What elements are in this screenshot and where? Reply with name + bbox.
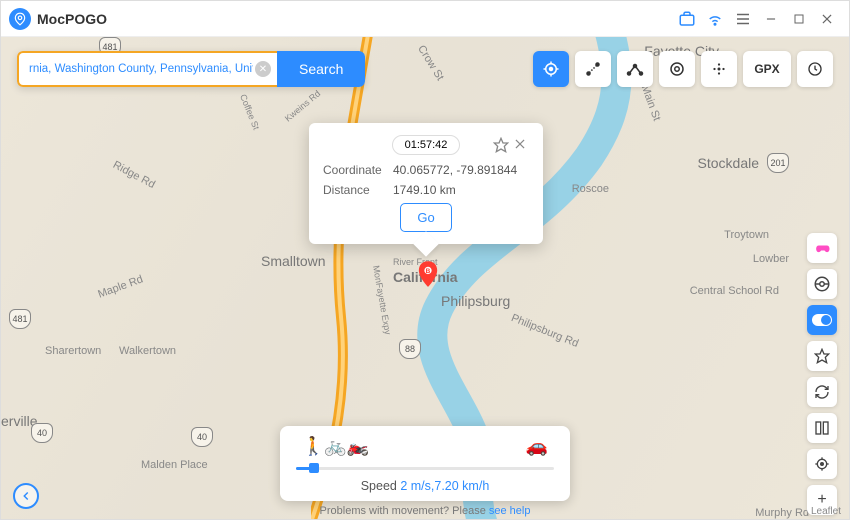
titlebar: MocPOGO [1, 1, 849, 37]
wifi-icon[interactable] [701, 5, 729, 33]
maximize-button[interactable] [785, 5, 813, 33]
favorite-icon[interactable] [493, 137, 509, 153]
map-label: Smalltown [261, 253, 326, 269]
map-label: Central School Rd [690, 285, 779, 297]
side-tools: + − [807, 233, 837, 519]
highway-shield: 201 [767, 153, 789, 173]
coord-value: 40.065772, -79.891844 [393, 163, 517, 177]
distance-label: Distance [323, 183, 393, 197]
map-label: Maple Rd [96, 273, 144, 300]
bike-mode-icon[interactable]: 🚲 [324, 436, 346, 457]
highway-shield: 88 [399, 339, 421, 359]
map-label: Crow St [415, 43, 446, 83]
menu-icon[interactable] [729, 5, 757, 33]
speed-slider[interactable] [296, 463, 554, 473]
go-button[interactable]: Go [400, 203, 451, 232]
map-label: Sharertown [45, 345, 101, 357]
toolbox-icon[interactable] [673, 5, 701, 33]
map-label: Philipsburg [441, 293, 510, 309]
map-label: Main St [638, 83, 662, 122]
speed-panel: 🚶 🚲 🏍️ 🚗 Speed 2 m/s,7.20 km/h [280, 426, 570, 501]
gamepad-icon[interactable] [807, 233, 837, 263]
search-button[interactable]: Search [277, 51, 365, 87]
location-info-card: 01:57:42 Coordinate40.065772, -79.891844… [309, 123, 543, 244]
clear-search-icon[interactable]: ✕ [255, 61, 271, 77]
map-label: Kweins Rd [283, 88, 322, 123]
close-button[interactable] [813, 5, 841, 33]
app-window: MocPOGO Fayette City Stockdale Roscoe Tr… [0, 0, 850, 520]
history-button[interactable] [797, 51, 833, 87]
map-label: Philipsburg Rd [509, 312, 580, 350]
teleport-mode-button[interactable] [533, 51, 569, 87]
joystick-mode-button[interactable] [659, 51, 695, 87]
refresh-icon[interactable] [807, 377, 837, 407]
highway-shield: 40 [191, 427, 213, 447]
jump-teleport-button[interactable] [701, 51, 737, 87]
car-mode-icon[interactable]: 🚗 [526, 436, 548, 457]
map-label: Lowber [753, 253, 789, 265]
location-pin-icon: B [417, 261, 439, 283]
app-logo [9, 8, 31, 30]
highway-shield: 481 [9, 309, 31, 329]
close-card-icon[interactable] [513, 137, 529, 153]
back-button[interactable] [13, 483, 39, 509]
map-label: Roscoe [572, 183, 609, 195]
map-style-icon[interactable] [807, 413, 837, 443]
map-label: Ridge Rd [111, 159, 157, 191]
see-help-link[interactable]: see help [489, 505, 531, 517]
map-label: Stockdale [698, 155, 759, 171]
map-label: Malden Place [141, 459, 208, 471]
map-label: MonFayette Expy [371, 265, 393, 336]
cooldown-timer: 01:57:42 [392, 135, 461, 155]
toggle-switch[interactable] [807, 305, 837, 335]
locate-me-icon[interactable] [807, 449, 837, 479]
leaflet-attribution: Leaflet [811, 506, 841, 517]
motorbike-mode-icon[interactable]: 🏍️ [347, 436, 369, 457]
search-input[interactable] [17, 51, 277, 87]
map-label: Walkertown [119, 345, 176, 357]
svg-text:B: B [426, 268, 431, 275]
app-title: MocPOGO [37, 11, 107, 27]
search-bar: ✕ Search [17, 51, 365, 87]
highway-shield: 40 [31, 423, 53, 443]
map-label: Coffee St [238, 93, 261, 131]
map-label: Murphy Rd [755, 507, 809, 519]
gpx-button[interactable]: GPX [743, 51, 791, 87]
mode-toolbar: GPX [533, 51, 833, 87]
map-label: Troytown [724, 229, 769, 241]
two-spot-mode-button[interactable] [575, 51, 611, 87]
favorite-list-icon[interactable] [807, 341, 837, 371]
multi-spot-mode-button[interactable] [617, 51, 653, 87]
map[interactable]: Fayette City Stockdale Roscoe Troytown L… [1, 37, 849, 519]
walk-mode-icon[interactable]: 🚶 [302, 436, 324, 457]
pokeball-icon[interactable] [807, 269, 837, 299]
coord-label: Coordinate [323, 163, 393, 177]
speed-readout: Speed 2 m/s,7.20 km/h [296, 479, 554, 493]
minimize-button[interactable] [757, 5, 785, 33]
footer-help: Problems with movement? Please see help [320, 505, 531, 517]
distance-value: 1749.10 km [393, 183, 456, 197]
